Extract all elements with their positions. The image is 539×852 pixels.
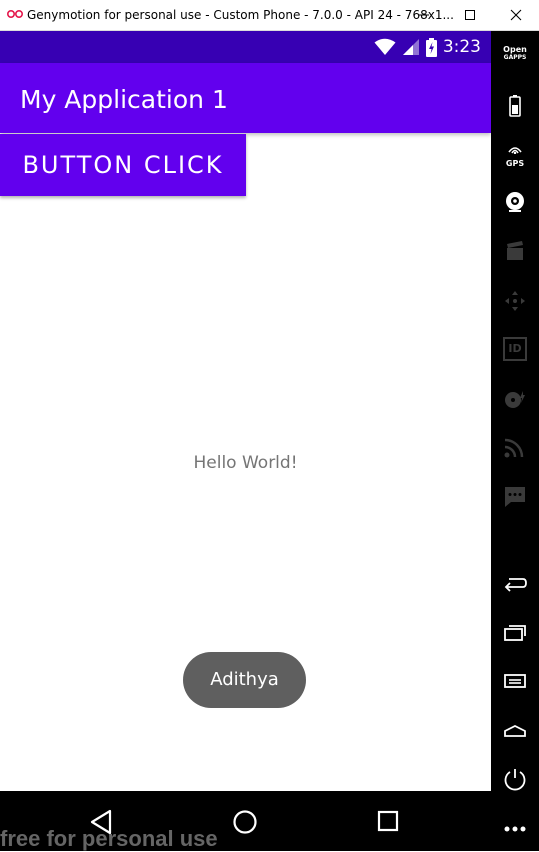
minimize-button[interactable]: [401, 0, 447, 30]
device-id-icon[interactable]: ID: [503, 337, 527, 361]
opengapps-label-line2: GAPPS: [503, 54, 527, 61]
webcam-icon[interactable]: [503, 190, 527, 214]
media-icon[interactable]: [503, 239, 527, 263]
status-bar: 3:23: [0, 31, 491, 63]
app-bar: My Application 1: [0, 63, 491, 133]
watermark-text: free for personal use: [0, 826, 218, 851]
window-title: Genymotion for personal use - Custom Pho…: [27, 8, 454, 22]
opengapps-icon[interactable]: Open GAPPS: [503, 46, 527, 70]
toast-message: Adithya: [183, 652, 306, 708]
status-icons: 3:23: [374, 37, 481, 57]
sms-icon[interactable]: [503, 484, 527, 508]
genymotion-toolbar: Open GAPPS GPS ID: [491, 31, 539, 851]
battery-charging-icon: [425, 37, 437, 57]
home-icon[interactable]: [503, 719, 527, 743]
gps-label: GPS: [505, 159, 525, 168]
android-screen: 3:23 My Application 1 BUTTON CLICK Hello…: [0, 31, 491, 791]
cast-icon[interactable]: [503, 435, 527, 459]
minimize-icon: [419, 14, 429, 16]
recents-icon[interactable]: [374, 808, 402, 836]
genymotion-logo-icon: [7, 10, 23, 18]
gps-icon[interactable]: GPS: [503, 141, 527, 168]
close-button[interactable]: [493, 0, 539, 30]
dpad-icon[interactable]: [503, 289, 527, 313]
close-icon: [510, 9, 522, 21]
gps-signal-icon: [508, 147, 522, 155]
opengapps-label-line1: Open: [503, 45, 527, 54]
home-icon[interactable]: [231, 808, 259, 836]
recent-apps-icon[interactable]: [503, 620, 527, 644]
status-time: 3:23: [442, 37, 481, 57]
back-icon[interactable]: [503, 571, 527, 595]
maximize-icon: [465, 10, 475, 20]
menu-icon[interactable]: [503, 669, 527, 693]
wifi-icon: [374, 38, 396, 55]
window-titlebar: Genymotion for personal use - Custom Pho…: [0, 0, 539, 31]
power-icon[interactable]: [503, 767, 527, 791]
hello-world-text: Hello World!: [193, 453, 298, 473]
button-click[interactable]: BUTTON CLICK: [0, 134, 246, 196]
more-icon[interactable]: [503, 817, 527, 841]
disk-io-icon[interactable]: [503, 387, 527, 411]
cell-signal-icon: [402, 39, 419, 55]
maximize-button[interactable]: [447, 0, 493, 30]
app-title: My Application 1: [20, 85, 228, 114]
battery-icon[interactable]: [503, 94, 527, 118]
